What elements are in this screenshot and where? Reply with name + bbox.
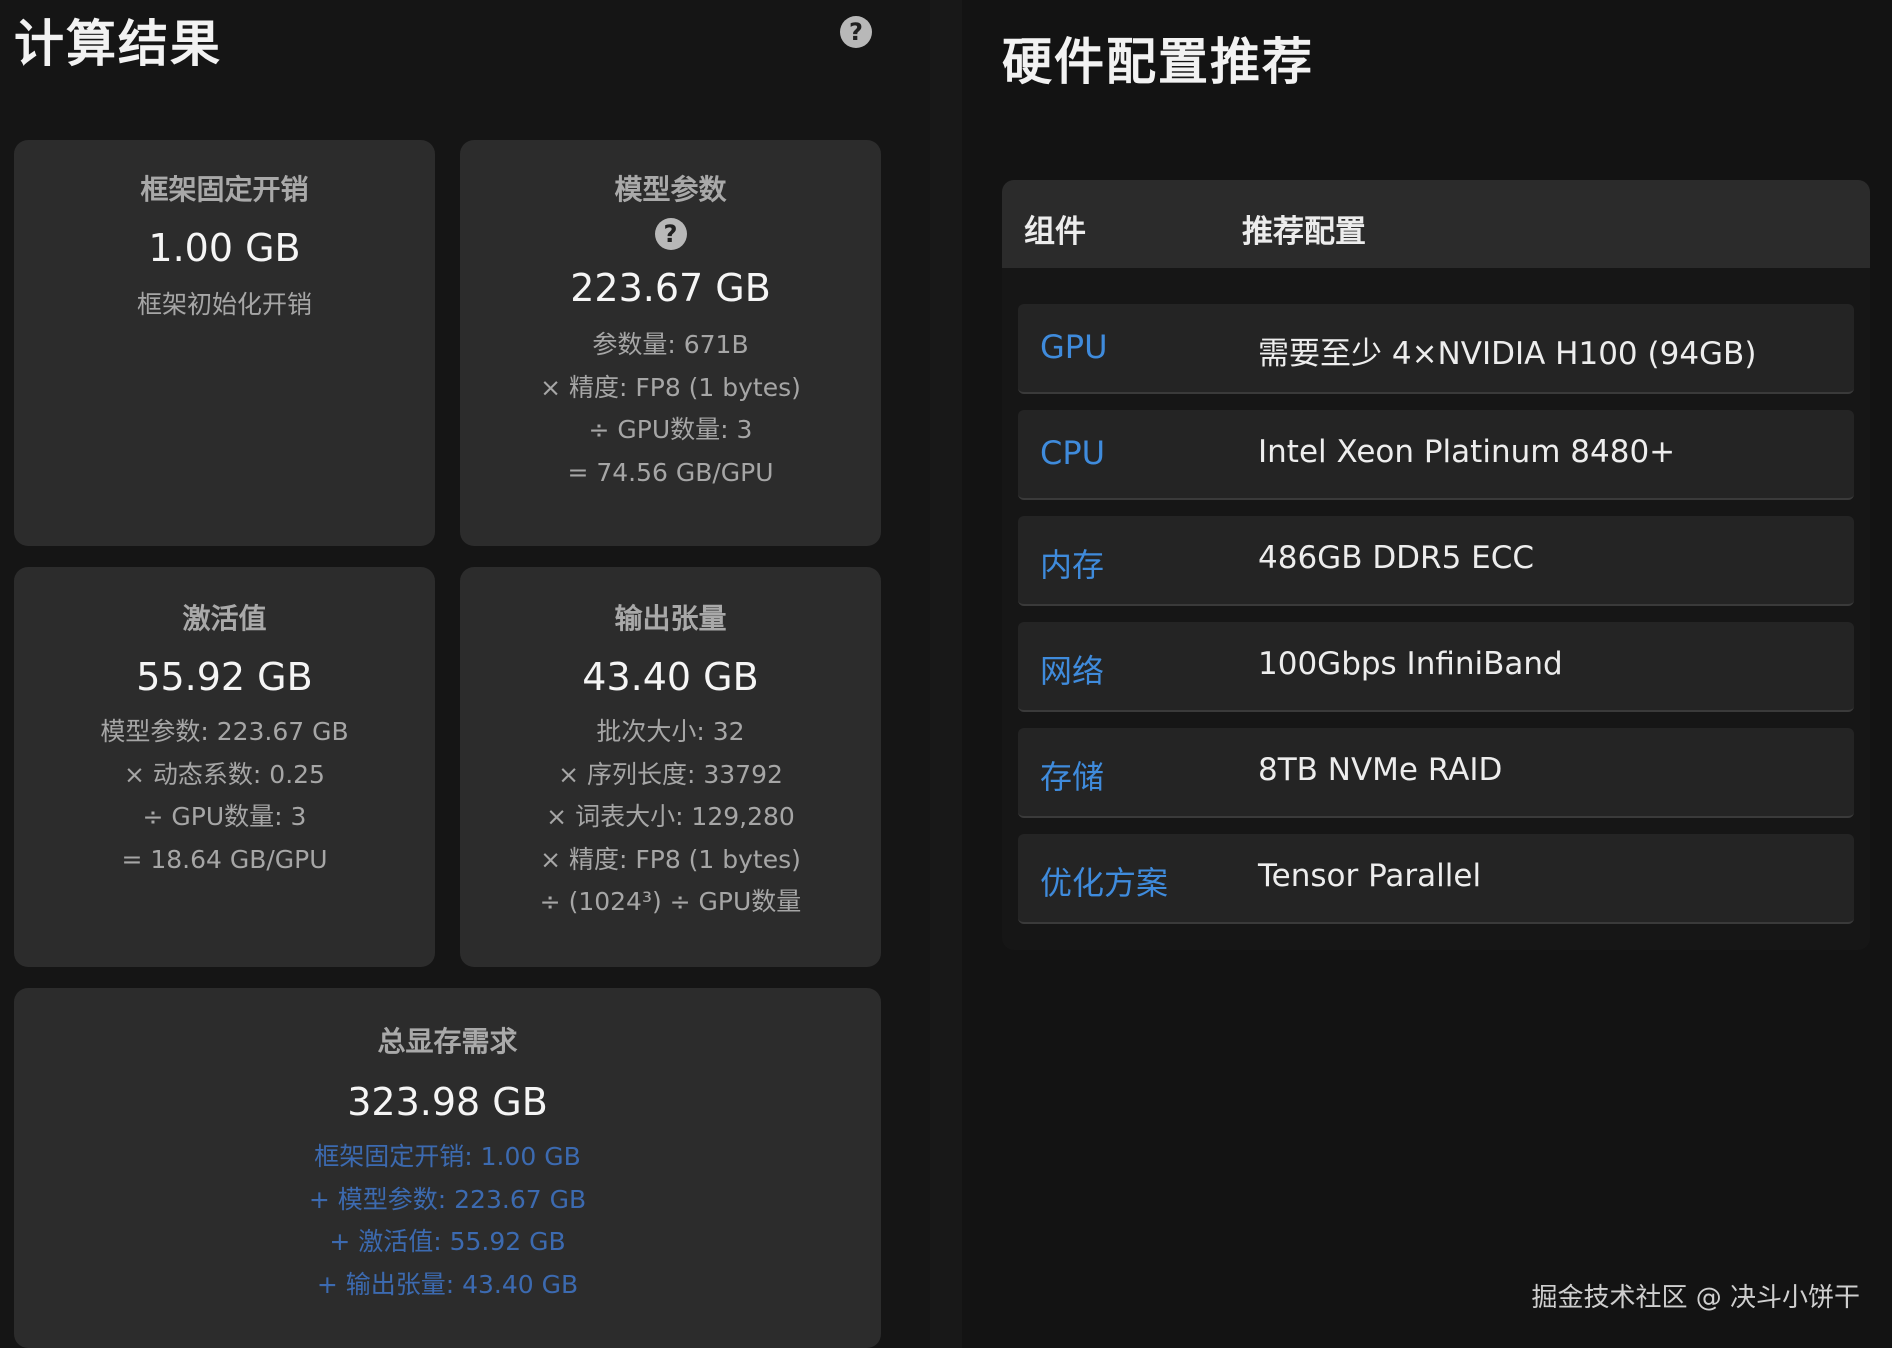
table-row: 存储 8TB NVMe RAID (1018, 728, 1854, 818)
total-breakdown-line: + 激活值: 55.92 GB (329, 1227, 566, 1256)
card-value: 55.92 GB (136, 655, 313, 699)
row-config: 8TB NVMe RAID (1258, 752, 1503, 788)
table-row: GPU 需要至少 4×NVIDIA H100 (94GB) (1018, 304, 1854, 394)
card-label: 框架固定开销 (140, 173, 309, 206)
total-breakdown-line: + 模型参数: 223.67 GB (308, 1184, 587, 1214)
card-detail-line: ÷ (1024³) ÷ GPU数量 (539, 887, 802, 916)
hardware-title: 硬件配置推荐 (1002, 33, 1314, 91)
row-config: Intel Xeon Platinum 8480+ (1258, 434, 1676, 470)
row-config: 需要至少 4×NVIDIA H100 (94GB) (1258, 336, 1757, 372)
card-detail-line: × 精度: FP8 (1 bytes) (540, 844, 801, 874)
card-detail-line: = 74.56 GB/GPU (567, 457, 774, 487)
help-icon[interactable]: ? (840, 16, 872, 48)
total-breakdown-line: 框架固定开销: 1.00 GB (314, 1142, 581, 1171)
card-detail-line: = 18.64 GB/GPU (121, 844, 328, 874)
card-detail-line: ÷ GPU数量: 3 (588, 415, 753, 444)
card-detail-line: ÷ GPU数量: 3 (142, 802, 307, 831)
hardware-table: 组件 推荐配置 GPU 需要至少 4×NVIDIA H100 (94GB) CP… (1002, 180, 1870, 950)
row-component: 存储 (1040, 758, 1105, 796)
card-label: 输出张量 (614, 602, 727, 635)
card-detail-line: 参数量: 671B (592, 330, 749, 359)
card-detail-line: × 序列长度: 33792 (558, 759, 783, 789)
framework-overhead-card: 框架固定开销 1.00 GB 框架初始化开销 (14, 140, 435, 546)
results-panel: 计算结果 ? 框架固定开销 1.00 GB 框架初始化开销 模型参数 ? 223… (0, 0, 930, 1348)
page: 计算结果 ? 框架固定开销 1.00 GB 框架初始化开销 模型参数 ? 223… (0, 0, 1892, 1348)
row-config: Tensor Parallel (1258, 858, 1482, 894)
output-tensor-card: 输出张量 43.40 GB 批次大小: 32 × 序列长度: 33792 × 词… (460, 567, 881, 967)
row-config: 100Gbps InfiniBand (1258, 646, 1563, 682)
card-detail-line: × 词表大小: 129,280 (546, 802, 795, 831)
card-detail-line: 模型参数: 223.67 GB (100, 717, 349, 746)
model-params-card: 模型参数 ? 223.67 GB 参数量: 671B × 精度: FP8 (1 … (460, 140, 881, 546)
panel-divider (930, 0, 962, 1348)
watermark: 掘金技术社区 @ 决斗小饼干 (1531, 1283, 1860, 1313)
row-component: CPU (1040, 434, 1106, 472)
row-component: 优化方案 (1040, 864, 1169, 902)
card-label: 模型参数 (614, 173, 727, 206)
card-value: 1.00 GB (148, 226, 301, 270)
row-component: 网络 (1040, 652, 1105, 690)
row-config: 486GB DDR5 ECC (1258, 540, 1535, 576)
table-header: 组件 推荐配置 (1002, 180, 1870, 268)
table-row: 网络 100Gbps InfiniBand (1018, 622, 1854, 712)
total-memory-card: 总显存需求 323.98 GB 框架固定开销: 1.00 GB + 模型参数: … (14, 988, 881, 1348)
card-label: 激活值 (182, 602, 267, 635)
table-row: 优化方案 Tensor Parallel (1018, 834, 1854, 924)
card-value: 323.98 GB (347, 1080, 548, 1124)
results-title: 计算结果 (14, 15, 222, 73)
column-header-component: 组件 (1024, 214, 1086, 250)
card-value: 223.67 GB (570, 266, 771, 310)
total-breakdown-line: + 输出张量: 43.40 GB (316, 1269, 579, 1299)
card-label: 总显存需求 (377, 1025, 518, 1058)
row-component: 内存 (1040, 546, 1105, 584)
card-value: 43.40 GB (582, 655, 759, 699)
activation-card: 激活值 55.92 GB 模型参数: 223.67 GB × 动态系数: 0.2… (14, 567, 435, 967)
card-detail-line: 框架初始化开销 (136, 290, 312, 319)
table-row: 内存 486GB DDR5 ECC (1018, 516, 1854, 606)
card-detail-line: 批次大小: 32 (596, 717, 745, 746)
card-detail-line: × 动态系数: 0.25 (124, 759, 325, 789)
column-header-config: 推荐配置 (1242, 214, 1366, 250)
card-detail-line: × 精度: FP8 (1 bytes) (540, 372, 801, 402)
help-icon[interactable]: ? (654, 218, 687, 250)
row-component: GPU (1040, 328, 1108, 366)
table-row: CPU Intel Xeon Platinum 8480+ (1018, 410, 1854, 500)
